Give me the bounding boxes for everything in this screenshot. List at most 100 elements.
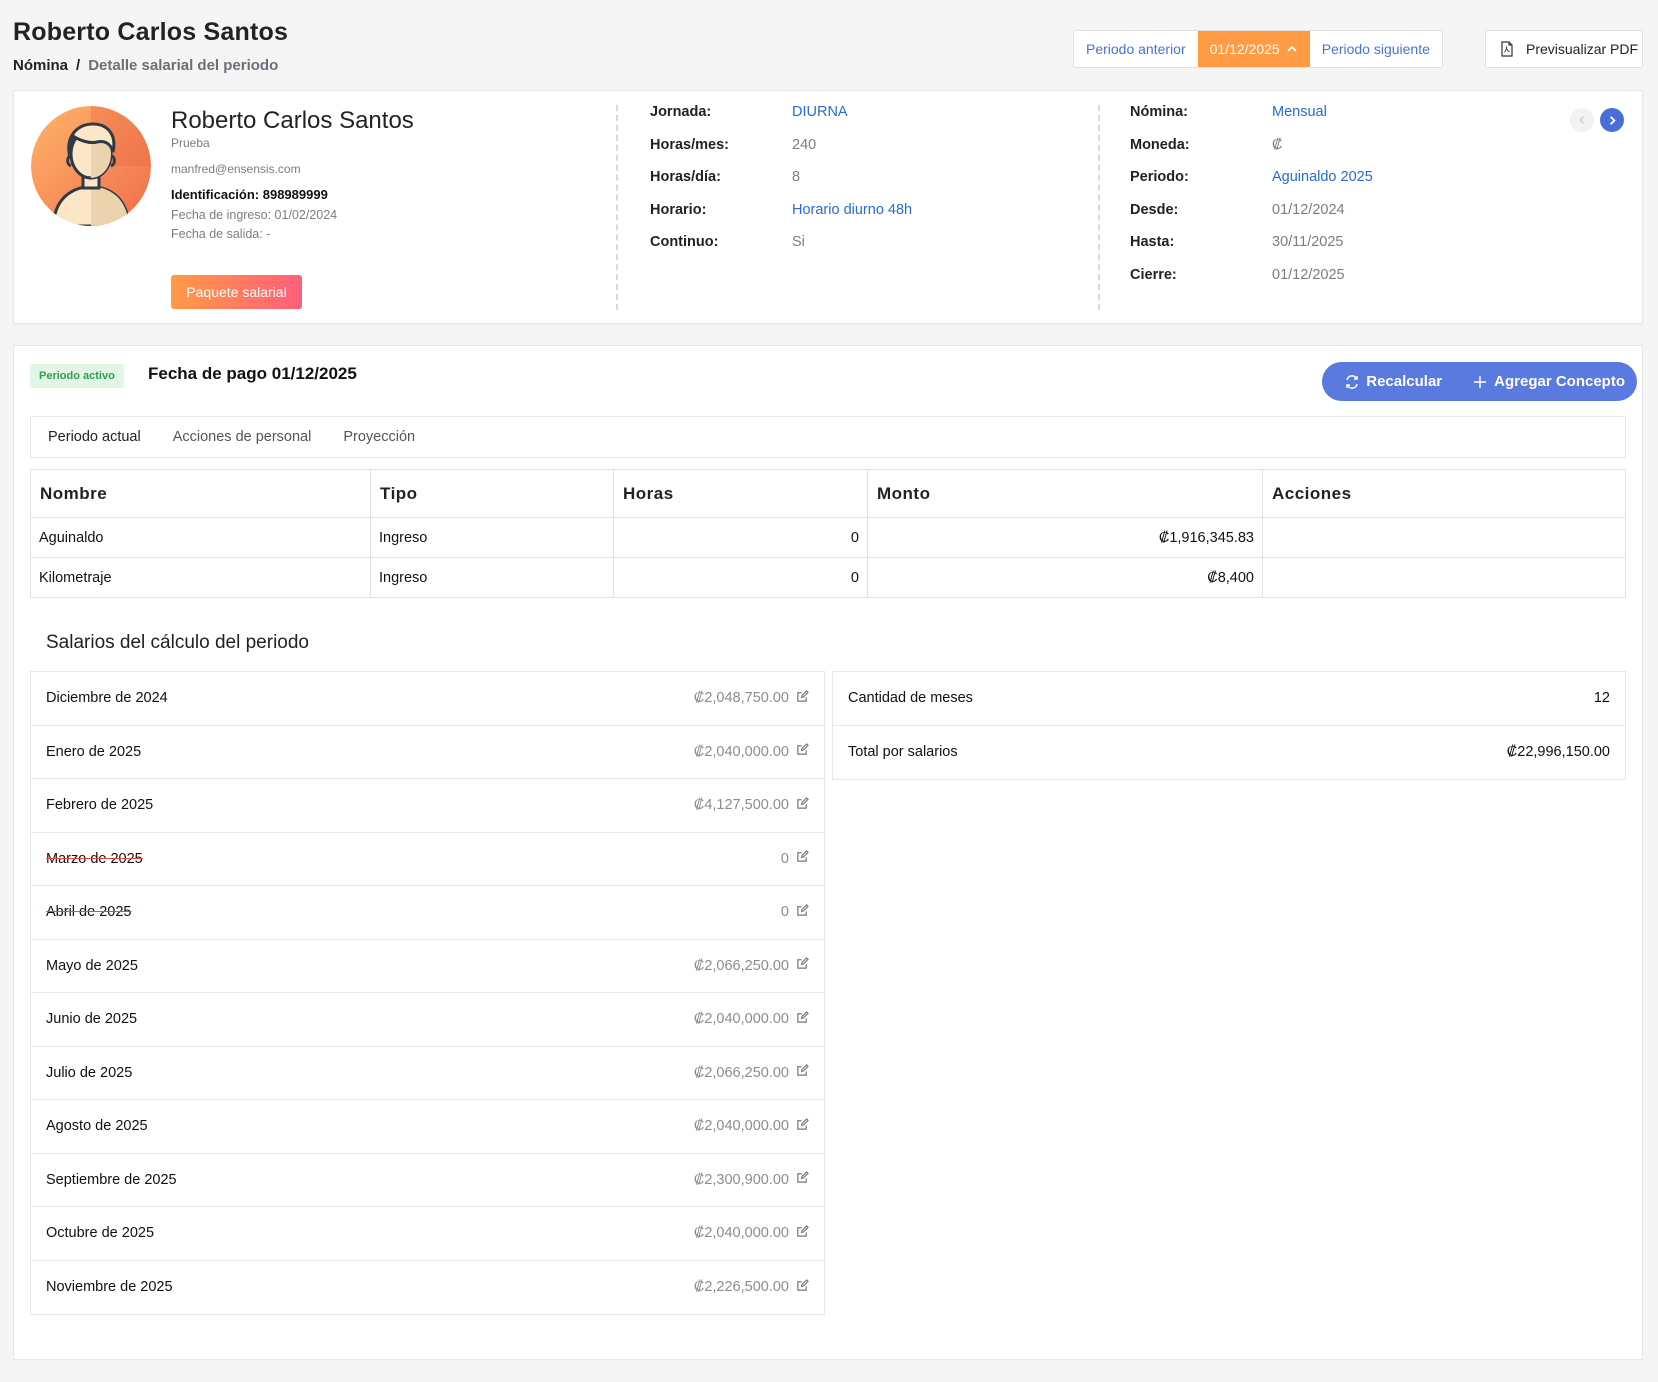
cell-nombre: Kilometraje bbox=[30, 557, 371, 598]
recalculate-button[interactable]: Recalcular bbox=[1322, 362, 1454, 401]
salary-package-button[interactable]: Paquete salarial bbox=[171, 275, 302, 309]
edit-icon[interactable] bbox=[796, 1278, 809, 1296]
add-concept-label: Agregar Concepto bbox=[1494, 373, 1625, 390]
payroll-info: Nómina: Mensual Moneda: ₡ Periodo: Aguinaldo … bbox=[1130, 104, 1373, 299]
preview-pdf-button[interactable]: Previsualizar PDF bbox=[1485, 30, 1643, 68]
month-amount-group: ₡2,300,900.00 bbox=[694, 1171, 809, 1188]
employee-hire-date: Fecha de ingreso: 01/02/2024 bbox=[171, 208, 338, 222]
column-header-tipo[interactable]: Tipo bbox=[370, 469, 614, 518]
info-value[interactable]: DIURNA bbox=[792, 104, 848, 120]
month-name: Febrero de 2025 bbox=[46, 797, 154, 814]
breadcrumb-item-nomina[interactable]: Nómina bbox=[13, 57, 68, 74]
table-row: Kilometraje Ingreso 0 ₡8,400 bbox=[30, 557, 1626, 598]
cell-tipo: Ingreso bbox=[370, 517, 614, 558]
employee-subtitle: Prueba bbox=[171, 136, 210, 150]
month-amount: ₡2,226,500.00 bbox=[693, 1279, 789, 1296]
column-header-monto[interactable]: Monto bbox=[867, 469, 1263, 518]
info-value: Si bbox=[792, 234, 805, 250]
add-concept-button[interactable]: Agregar Concepto bbox=[1454, 362, 1637, 401]
list-item: Noviembre de 2025 ₡2,226,500.00 bbox=[31, 1261, 824, 1315]
column-header-nombre[interactable]: Nombre bbox=[30, 469, 371, 518]
edit-icon[interactable] bbox=[796, 689, 809, 707]
edit-icon-glyph bbox=[797, 1064, 809, 1076]
table-header-row: Nombre Tipo Horas Monto Acciones bbox=[30, 469, 1626, 518]
info-label: Nómina: bbox=[1130, 104, 1188, 120]
list-item: Junio de 2025 ₡2,040,000.00 bbox=[31, 993, 824, 1047]
list-item: Julio de 2025 ₡2,066,250.00 bbox=[31, 1047, 824, 1100]
month-amount-group: ₡2,048,750.00 bbox=[693, 689, 809, 707]
recalculate-label: Recalcular bbox=[1366, 373, 1443, 390]
period-actions: Recalcular Agregar Concepto bbox=[1322, 362, 1637, 401]
edit-icon-glyph bbox=[797, 743, 809, 755]
summary-row: Cantidad de meses 12 bbox=[833, 672, 1625, 726]
previous-employee-button[interactable] bbox=[1570, 108, 1594, 132]
column-header-horas[interactable]: Horas bbox=[613, 469, 868, 518]
edit-icon[interactable] bbox=[796, 903, 809, 921]
current-period-dropdown[interactable]: 01/12/2025 bbox=[1197, 31, 1310, 67]
list-item: Enero de 2025 ₡2,040,000.00 bbox=[31, 726, 824, 779]
previous-period-button[interactable]: Periodo anterior bbox=[1074, 31, 1198, 67]
info-label: Jornada: bbox=[650, 104, 712, 120]
edit-icon-glyph bbox=[797, 903, 809, 916]
month-amount-group: ₡2,066,250.00 bbox=[694, 1064, 809, 1081]
tab-acciones-de-personal[interactable]: Acciones de personal bbox=[173, 429, 312, 445]
column-header-acciones: Acciones bbox=[1262, 469, 1626, 518]
info-value[interactable]: Aguinaldo 2025 bbox=[1272, 169, 1373, 185]
cell-nombre: Aguinaldo bbox=[30, 517, 371, 558]
month-amount: ₡2,040,000.00 bbox=[693, 1225, 789, 1242]
salaries-summary: Cantidad de meses 12 Total por salarios ₡22… bbox=[832, 671, 1626, 780]
edit-icon-glyph bbox=[797, 1171, 809, 1183]
employee-exit-date: Fecha de salida: - bbox=[171, 227, 271, 241]
edit-icon[interactable] bbox=[796, 1010, 809, 1028]
info-row: Continuo: Si bbox=[650, 234, 912, 267]
month-amount-group: ₡2,040,000.00 bbox=[694, 743, 809, 760]
chevron-up-icon bbox=[1287, 45, 1297, 52]
month-name: Agosto de 2025 bbox=[46, 1118, 148, 1135]
edit-icon[interactable] bbox=[796, 957, 809, 974]
edit-icon[interactable] bbox=[796, 850, 809, 867]
refresh-icon bbox=[1346, 374, 1358, 389]
info-row: Periodo: Aguinaldo 2025 bbox=[1130, 169, 1373, 202]
employee-identification: Identificación: 898989999 bbox=[171, 187, 328, 202]
edit-icon[interactable] bbox=[796, 1117, 809, 1135]
edit-icon[interactable] bbox=[796, 1224, 809, 1242]
info-value[interactable]: Horario diurno 48h bbox=[792, 202, 912, 218]
cell-acciones bbox=[1262, 517, 1626, 558]
month-amount-group: ₡2,040,000.00 bbox=[694, 1010, 809, 1028]
current-period-label: 01/12/2025 bbox=[1209, 41, 1280, 57]
info-row: Nómina: Mensual bbox=[1130, 104, 1373, 137]
tab-proyección[interactable]: Proyección bbox=[343, 429, 415, 445]
info-label: Horas/mes: bbox=[650, 136, 729, 153]
preview-pdf-label: Previsualizar PDF bbox=[1526, 41, 1639, 57]
edit-icon[interactable] bbox=[796, 743, 809, 760]
tab-periodo-actual[interactable]: Periodo actual bbox=[48, 429, 141, 445]
column-divider bbox=[616, 105, 618, 310]
edit-icon-glyph bbox=[797, 1278, 809, 1291]
breadcrumb-separator: / bbox=[76, 57, 81, 74]
summary-value: 12 bbox=[1593, 690, 1610, 707]
month-amount: ₡2,048,750.00 bbox=[693, 690, 789, 707]
info-row: Jornada: DIURNA bbox=[650, 104, 912, 137]
info-label: Desde: bbox=[1130, 201, 1179, 218]
edit-icon[interactable] bbox=[796, 1171, 809, 1188]
info-row: Desde: 01/12/2024 bbox=[1130, 202, 1373, 235]
info-label: Horas/día: bbox=[650, 169, 721, 185]
next-period-button[interactable]: Periodo siguiente bbox=[1310, 31, 1442, 67]
month-amount-group: 0 bbox=[781, 903, 809, 921]
info-value[interactable]: Mensual bbox=[1272, 104, 1327, 120]
info-value: 30/11/2025 bbox=[1272, 234, 1344, 250]
cell-horas: 0 bbox=[613, 517, 868, 558]
info-row: Hasta: 30/11/2025 bbox=[1130, 234, 1373, 267]
summary-row: Total por salarios ₡22,996,150.00 bbox=[833, 726, 1625, 780]
edit-icon[interactable] bbox=[796, 1064, 809, 1081]
pay-date-title: Fecha de pago 01/12/2025 bbox=[148, 364, 357, 383]
month-amount: 0 bbox=[780, 850, 789, 867]
month-name: Junio de 2025 bbox=[46, 1011, 138, 1028]
info-row: Horas/día: 8 bbox=[650, 169, 912, 202]
month-amount-group: 0 bbox=[781, 850, 809, 867]
month-name: Septiembre de 2025 bbox=[46, 1171, 177, 1188]
info-label: Hasta: bbox=[1130, 234, 1175, 250]
edit-icon[interactable] bbox=[796, 796, 809, 814]
plus-icon bbox=[1474, 375, 1487, 388]
next-employee-button[interactable] bbox=[1600, 108, 1624, 132]
